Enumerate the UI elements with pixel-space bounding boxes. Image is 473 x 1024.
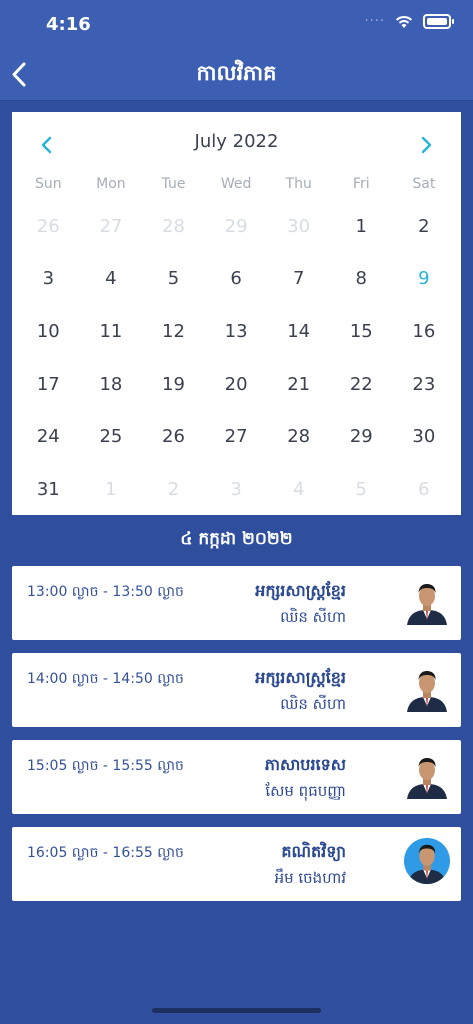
calendar-day[interactable]: 28 <box>267 410 330 463</box>
next-month-button[interactable] <box>411 134 441 156</box>
page-title: កាលវិភាគ <box>196 61 277 85</box>
teacher-avatar <box>405 577 449 625</box>
calendar-day[interactable]: 11 <box>80 305 143 358</box>
teacher-avatar <box>404 838 450 884</box>
weekday-label: Sat <box>412 176 436 192</box>
session-card[interactable]: 14:00 ល្ងាច - 14:50 ល្ងាច អក្សរសាស្ត្រខ្ម… <box>12 653 461 727</box>
calendar-day[interactable]: 31 <box>17 463 80 516</box>
calendar-day[interactable]: 12 <box>142 305 205 358</box>
session-teacher: អឹម ចេងហាវ <box>274 869 346 887</box>
selected-date-label: ៤ កក្កដា ២០២២ <box>180 529 293 549</box>
weekday-label: Mon <box>96 176 126 192</box>
session-teacher: សែម ពុធបញ្ញា <box>265 782 346 800</box>
session-card[interactable]: 16:05 ល្ងាច - 16:55 ល្ងាច គណិតវិទ្យាអឹម ច… <box>12 827 461 901</box>
home-indicator <box>152 1008 321 1013</box>
calendar-day[interactable]: 22 <box>330 358 393 411</box>
calendar-day[interactable]: 29 <box>205 200 268 253</box>
session-card[interactable]: 15:05 ល្ងាច - 15:55 ល្ងាច ភាសាបរទេសសែម ពុ… <box>12 740 461 814</box>
calendar-day[interactable]: 1 <box>80 463 143 516</box>
calendar-day[interactable]: 10 <box>17 305 80 358</box>
calendar-day[interactable]: 19 <box>142 358 205 411</box>
session-teacher: ឈិន សីហា <box>280 608 346 626</box>
calendar-day[interactable]: 3 <box>205 463 268 516</box>
teacher-avatar <box>405 664 449 712</box>
calendar-day[interactable]: 7 <box>267 253 330 306</box>
calendar-day[interactable]: 24 <box>17 410 80 463</box>
calendar-day[interactable]: 13 <box>205 305 268 358</box>
calendar-day[interactable]: 15 <box>330 305 393 358</box>
calendar-day[interactable]: 23 <box>393 358 456 411</box>
calendar-day[interactable]: 4 <box>80 253 143 306</box>
calendar-day[interactable]: 18 <box>80 358 143 411</box>
calendar-day[interactable]: 27 <box>80 200 143 253</box>
weekday-label: Fri <box>352 176 370 192</box>
calendar-day[interactable]: 20 <box>205 358 268 411</box>
calendar-day[interactable]: 8 <box>330 253 393 306</box>
calendar-day[interactable]: 4 <box>267 463 330 516</box>
calendar-day[interactable]: 1 <box>330 200 393 253</box>
calendar-day[interactable]: 2 <box>142 463 205 516</box>
calendar-day[interactable]: 21 <box>267 358 330 411</box>
session-card[interactable]: 13:00 ល្ងាច - 13:50 ល្ងាច អក្សរសាស្ត្រខ្ម… <box>12 566 461 640</box>
calendar-day[interactable]: 17 <box>17 358 80 411</box>
calendar-day[interactable]: 27 <box>205 410 268 463</box>
calendar-day[interactable]: 2 <box>393 200 456 253</box>
session-time: 13:00 ល្ងាច - 13:50 ល្ងាច <box>27 584 184 600</box>
month-label: July 2022 <box>194 131 279 152</box>
calendar-day[interactable]: 6 <box>393 463 456 516</box>
day-grid: 26 27 28 29 30 1 2 3 4 5 6 7 8 9 10 11 12 13 14 15 16 17 18 19 2… <box>17 200 455 516</box>
calendar-day[interactable]: 5 <box>330 463 393 516</box>
cellular-signal-icon: ···· <box>364 14 385 29</box>
app-header: 4:16 ···· កាលវិភាគ <box>0 0 473 101</box>
session-subject: ភាសាបរទេស <box>264 755 346 774</box>
session-subject: អក្សរសាស្ត្រខ្មែរ <box>255 668 346 687</box>
calendar-day[interactable]: 25 <box>80 410 143 463</box>
session-time: 15:05 ល្ងាច - 15:55 ល្ងាច <box>27 758 184 774</box>
calendar-day[interactable]: 26 <box>17 200 80 253</box>
calendar-day[interactable]: 29 <box>330 410 393 463</box>
calendar-day[interactable]: 6 <box>205 253 268 306</box>
session-time: 14:00 ល្ងាច - 14:50 ល្ងាច <box>27 671 184 687</box>
session-teacher: ឈិន សីហា <box>280 695 346 713</box>
calendar-day[interactable]: 5 <box>142 253 205 306</box>
calendar-day[interactable]: 30 <box>393 410 456 463</box>
session-subject: គណិតវិទ្យា <box>281 842 346 861</box>
calendar-day[interactable]: 26 <box>142 410 205 463</box>
calendar-day[interactable]: 3 <box>17 253 80 306</box>
calendar-day-selected[interactable]: 9 <box>393 253 456 306</box>
weekday-header: Sun Mon Tue Wed Thu Fri Sat <box>17 176 455 192</box>
calendar: July 2022 Sun Mon Tue Wed Thu Fri Sat 26 27 28 29… <box>12 112 461 515</box>
status-icons: ···· <box>364 14 454 29</box>
session-list: 13:00 ល្ងាច - 13:50 ល្ងាចអក្សរសាស្ត្រខ្ម… <box>12 566 461 914</box>
battery-icon <box>423 14 454 29</box>
calendar-day[interactable]: 14 <box>267 305 330 358</box>
weekday-label: Tue <box>161 176 186 192</box>
session-time: 16:05 ល្ងាច - 16:55 ល្ងាច <box>27 845 184 861</box>
status-time: 4:16 <box>46 14 91 35</box>
calendar-day[interactable]: 30 <box>267 200 330 253</box>
wifi-icon <box>396 15 412 28</box>
weekday-label: Wed <box>220 176 252 192</box>
weekday-label: Sun <box>34 176 62 192</box>
chevron-right-icon <box>421 136 432 154</box>
weekday-label: Thu <box>285 176 312 192</box>
session-subject: អក្សរសាស្ត្រខ្មែរ <box>255 581 346 600</box>
calendar-day[interactable]: 28 <box>142 200 205 253</box>
calendar-day[interactable]: 16 <box>393 305 456 358</box>
teacher-avatar <box>405 751 449 799</box>
